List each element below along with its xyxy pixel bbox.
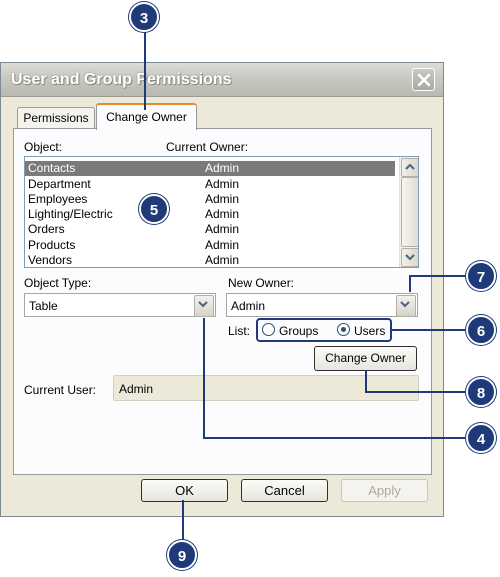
object-owner: Admin [205, 253, 240, 267]
object-owner: Admin [205, 192, 240, 206]
callout-5: 5 [139, 194, 169, 224]
list-item[interactable]: Contacts Admin [25, 161, 395, 176]
apply-button[interactable]: Apply [341, 479, 428, 502]
change-owner-button[interactable]: Change Owner [314, 346, 417, 371]
new-owner-label: New Owner: [228, 276, 295, 290]
object-owner: Admin [205, 207, 240, 221]
object-type-label: Object Type: [24, 276, 92, 290]
chevron-down-icon [198, 301, 208, 308]
object-owner: Admin [205, 177, 240, 191]
chevron-down-icon [405, 254, 415, 261]
list-label: List: [228, 324, 251, 338]
object-name: Lighting/Electric [28, 207, 113, 221]
object-type-value: Table [29, 299, 58, 313]
callout-4: 4 [466, 423, 496, 453]
object-name: Employees [28, 192, 88, 206]
scroll-thumb[interactable] [401, 177, 418, 247]
callout-8: 8 [466, 377, 496, 407]
current-user-field: Admin [113, 375, 419, 401]
callout-3: 3 [129, 2, 159, 32]
ok-button[interactable]: OK [141, 479, 228, 502]
new-owner-dropdown-button[interactable] [396, 295, 416, 317]
object-owner: Admin [205, 222, 240, 236]
list-item[interactable]: Lighting/Electric Admin [25, 207, 395, 222]
list-item[interactable]: Department Admin [25, 177, 395, 192]
title-bar: User and Group Permissions [1, 63, 443, 97]
object-header: Object: [24, 140, 63, 154]
object-name: Orders [28, 222, 65, 236]
close-button[interactable] [412, 68, 435, 91]
list-options-highlight [256, 318, 392, 342]
object-type-dropdown[interactable]: Table [24, 293, 216, 317]
list-item[interactable]: Orders Admin [25, 222, 395, 237]
chevron-up-icon [405, 163, 415, 170]
dialog-title: User and Group Permissions [11, 71, 232, 88]
list-item[interactable]: Vendors Admin [25, 253, 395, 267]
cancel-button[interactable]: Cancel [241, 479, 328, 502]
object-name: Department [28, 177, 91, 191]
tab-change-owner[interactable]: Change Owner [96, 103, 197, 130]
new-owner-value: Admin [231, 299, 266, 313]
current-user-value: Admin [119, 382, 154, 396]
callout-9: 9 [167, 540, 197, 570]
object-type-dropdown-button[interactable] [194, 295, 214, 317]
tab-permissions[interactable]: Permissions [17, 107, 95, 129]
current-user-label: Current User: [24, 383, 97, 397]
list-item[interactable]: Employees Admin [25, 192, 395, 207]
current-owner-header: Current Owner: [166, 140, 249, 154]
list-item[interactable]: Products Admin [25, 238, 395, 253]
scroll-up-button[interactable] [401, 158, 418, 177]
list-scrollbar[interactable] [399, 157, 418, 267]
close-icon [417, 73, 431, 87]
scroll-down-button[interactable] [401, 248, 418, 267]
object-owner: Admin [205, 238, 240, 252]
object-owner: Admin [205, 161, 240, 175]
callout-6: 6 [466, 315, 496, 345]
object-listbox[interactable]: Contacts Admin Department Admin Employee… [24, 156, 419, 268]
chevron-down-icon [400, 301, 410, 308]
object-name: Contacts [28, 161, 76, 175]
object-name: Products [28, 238, 76, 252]
callout-7: 7 [466, 261, 496, 291]
new-owner-dropdown[interactable]: Admin [226, 293, 418, 317]
object-name: Vendors [28, 253, 73, 267]
